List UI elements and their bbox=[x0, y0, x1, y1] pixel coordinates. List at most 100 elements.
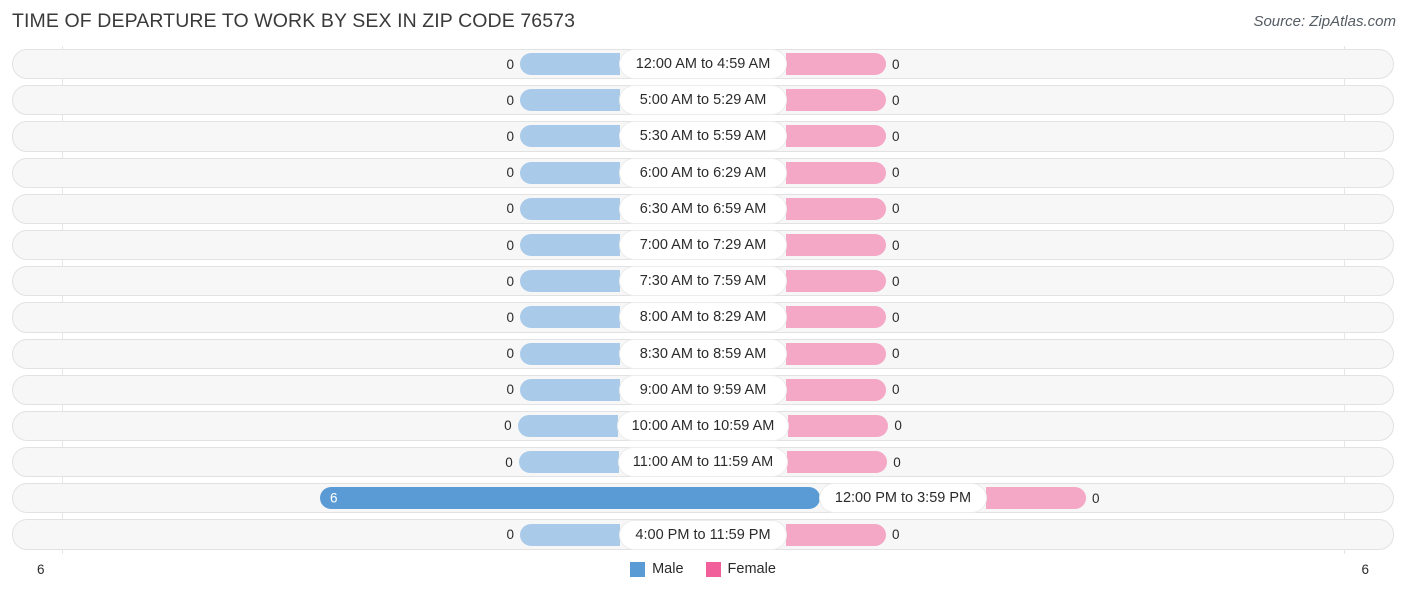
chart-row[interactable]: 0 7:00 AM to 7:29 AM 0 bbox=[0, 227, 1406, 263]
legend-swatch-female-icon bbox=[705, 561, 721, 577]
male-bar[interactable] bbox=[517, 414, 618, 437]
male-value-label: 0 bbox=[506, 273, 514, 289]
male-bar[interactable] bbox=[520, 342, 620, 365]
female-bar[interactable] bbox=[786, 197, 886, 220]
row-bars: 0 9:00 AM to 9:59 AM 0 bbox=[12, 372, 1394, 408]
female-bar[interactable] bbox=[786, 306, 886, 329]
chart-row[interactable]: 0 5:30 AM to 5:59 AM 0 bbox=[0, 118, 1406, 154]
legend-swatch-male-icon bbox=[630, 561, 646, 577]
male-value-label: 0 bbox=[506, 201, 514, 217]
male-bar-value: 6 bbox=[330, 490, 338, 506]
category-label: 12:00 AM to 4:59 AM bbox=[620, 50, 786, 79]
male-bar[interactable] bbox=[520, 89, 620, 112]
female-value-label: 0 bbox=[1092, 490, 1100, 506]
female-value-label: 0 bbox=[892, 201, 900, 217]
female-value-label: 0 bbox=[893, 454, 901, 470]
row-bars: 0 7:30 AM to 7:59 AM 0 bbox=[12, 263, 1394, 299]
chart-row[interactable]: 0 5:00 AM to 5:29 AM 0 bbox=[0, 82, 1406, 118]
chart-footer: 6 6 Male Female bbox=[0, 554, 1406, 595]
male-value-label: 0 bbox=[506, 237, 514, 253]
chart-row[interactable]: 0 8:30 AM to 8:59 AM 0 bbox=[0, 336, 1406, 372]
category-label: 11:00 AM to 11:59 AM bbox=[618, 448, 788, 477]
female-value-label: 0 bbox=[892, 309, 900, 325]
female-value-label: 0 bbox=[892, 382, 900, 398]
chart-row[interactable]: 0 9:00 AM to 9:59 AM 0 bbox=[0, 372, 1406, 408]
male-value-label: 0 bbox=[505, 454, 513, 470]
source-attribution: Source: ZipAtlas.com bbox=[1253, 13, 1396, 30]
chart-row[interactable]: 0 12:00 AM to 4:59 AM 0 bbox=[0, 46, 1406, 82]
chart-row[interactable]: 0 7:30 AM to 7:59 AM 0 bbox=[0, 263, 1406, 299]
chart-row[interactable]: 0 10:00 AM to 10:59 AM 0 bbox=[0, 408, 1406, 444]
category-label: 7:00 AM to 7:29 AM bbox=[620, 231, 786, 260]
chart-row[interactable]: 0 6:00 AM to 6:29 AM 0 bbox=[0, 155, 1406, 191]
row-bars: 6612:00 PM to 3:59 PM0 bbox=[12, 480, 1394, 516]
female-bar[interactable] bbox=[787, 451, 888, 474]
male-value-label: 0 bbox=[506, 382, 514, 398]
female-value-label: 0 bbox=[892, 273, 900, 289]
male-value-label: 0 bbox=[506, 92, 514, 108]
chart-row[interactable]: 0 4:00 PM to 11:59 PM 0 bbox=[0, 516, 1406, 552]
category-label: 10:00 AM to 10:59 AM bbox=[617, 411, 789, 440]
female-value-label: 0 bbox=[892, 237, 900, 253]
row-bars: 0 12:00 AM to 4:59 AM 0 bbox=[12, 46, 1394, 82]
row-bars: 0 10:00 AM to 10:59 AM 0 bbox=[12, 408, 1394, 444]
male-bar[interactable] bbox=[520, 270, 620, 293]
chart-row[interactable]: 0 11:00 AM to 11:59 AM 0 bbox=[0, 444, 1406, 480]
female-bar[interactable] bbox=[786, 342, 886, 365]
male-value-label: 0 bbox=[506, 165, 514, 181]
male-value-label: 0 bbox=[506, 527, 514, 543]
category-label: 6:30 AM to 6:59 AM bbox=[620, 194, 786, 223]
legend-label-female: Female bbox=[727, 561, 776, 577]
female-value-label: 0 bbox=[892, 527, 900, 543]
female-value-label: 0 bbox=[892, 92, 900, 108]
male-value-label: 0 bbox=[504, 418, 512, 434]
male-bar[interactable] bbox=[520, 523, 620, 546]
chart-plot-area: 0 12:00 AM to 4:59 AM 0 0 5:00 AM to 5:29 AM… bbox=[0, 46, 1406, 554]
chart-page: TIME OF DEPARTURE TO WORK BY SEX IN ZIP … bbox=[0, 0, 1406, 595]
legend-item-female[interactable]: Female bbox=[705, 561, 776, 577]
chart-row[interactable]: 6612:00 PM to 3:59 PM0 bbox=[0, 480, 1406, 516]
male-bar[interactable] bbox=[520, 125, 620, 148]
row-bars: 0 6:30 AM to 6:59 AM 0 bbox=[12, 191, 1394, 227]
chart-legend: Male Female bbox=[0, 561, 1406, 577]
female-bar[interactable] bbox=[786, 125, 886, 148]
male-value-label: 0 bbox=[506, 56, 514, 72]
female-bar[interactable] bbox=[786, 89, 886, 112]
male-bar[interactable] bbox=[520, 161, 620, 184]
male-bar[interactable]: 6 bbox=[320, 487, 820, 510]
row-bars: 0 11:00 AM to 11:59 AM 0 bbox=[12, 444, 1394, 480]
female-bar[interactable] bbox=[786, 53, 886, 76]
chart-row[interactable]: 0 8:00 AM to 8:29 AM 0 bbox=[0, 299, 1406, 335]
chart-header: TIME OF DEPARTURE TO WORK BY SEX IN ZIP … bbox=[0, 0, 1406, 45]
row-bars: 0 4:00 PM to 11:59 PM 0 bbox=[12, 516, 1394, 552]
row-bars: 0 6:00 AM to 6:29 AM 0 bbox=[12, 155, 1394, 191]
category-label: 6:00 AM to 6:29 AM bbox=[620, 158, 786, 187]
male-bar[interactable] bbox=[520, 306, 620, 329]
category-label: 5:00 AM to 5:29 AM bbox=[620, 86, 786, 115]
female-bar[interactable] bbox=[786, 523, 886, 546]
male-bar[interactable] bbox=[520, 234, 620, 257]
female-bar[interactable] bbox=[986, 487, 1086, 510]
female-bar[interactable] bbox=[788, 414, 889, 437]
male-bar[interactable] bbox=[520, 378, 620, 401]
page-title: TIME OF DEPARTURE TO WORK BY SEX IN ZIP … bbox=[12, 10, 576, 32]
male-value-label: 0 bbox=[506, 346, 514, 362]
female-value-label: 0 bbox=[892, 128, 900, 144]
legend-item-male[interactable]: Male bbox=[630, 561, 684, 577]
row-bars: 0 7:00 AM to 7:29 AM 0 bbox=[12, 227, 1394, 263]
legend-label-male: Male bbox=[652, 561, 684, 577]
female-bar[interactable] bbox=[786, 161, 886, 184]
category-label: 5:30 AM to 5:59 AM bbox=[620, 122, 786, 151]
male-bar[interactable] bbox=[518, 451, 619, 474]
female-bar[interactable] bbox=[786, 234, 886, 257]
female-bar[interactable] bbox=[786, 270, 886, 293]
female-bar[interactable] bbox=[786, 378, 886, 401]
male-bar[interactable] bbox=[520, 197, 620, 220]
category-label: 8:00 AM to 8:29 AM bbox=[620, 303, 786, 332]
female-value-label: 0 bbox=[892, 346, 900, 362]
male-value-label: 0 bbox=[506, 309, 514, 325]
row-bars: 0 5:00 AM to 5:29 AM 0 bbox=[12, 82, 1394, 118]
male-value-label: 0 bbox=[506, 128, 514, 144]
male-bar[interactable] bbox=[520, 53, 620, 76]
chart-row[interactable]: 0 6:30 AM to 6:59 AM 0 bbox=[0, 191, 1406, 227]
